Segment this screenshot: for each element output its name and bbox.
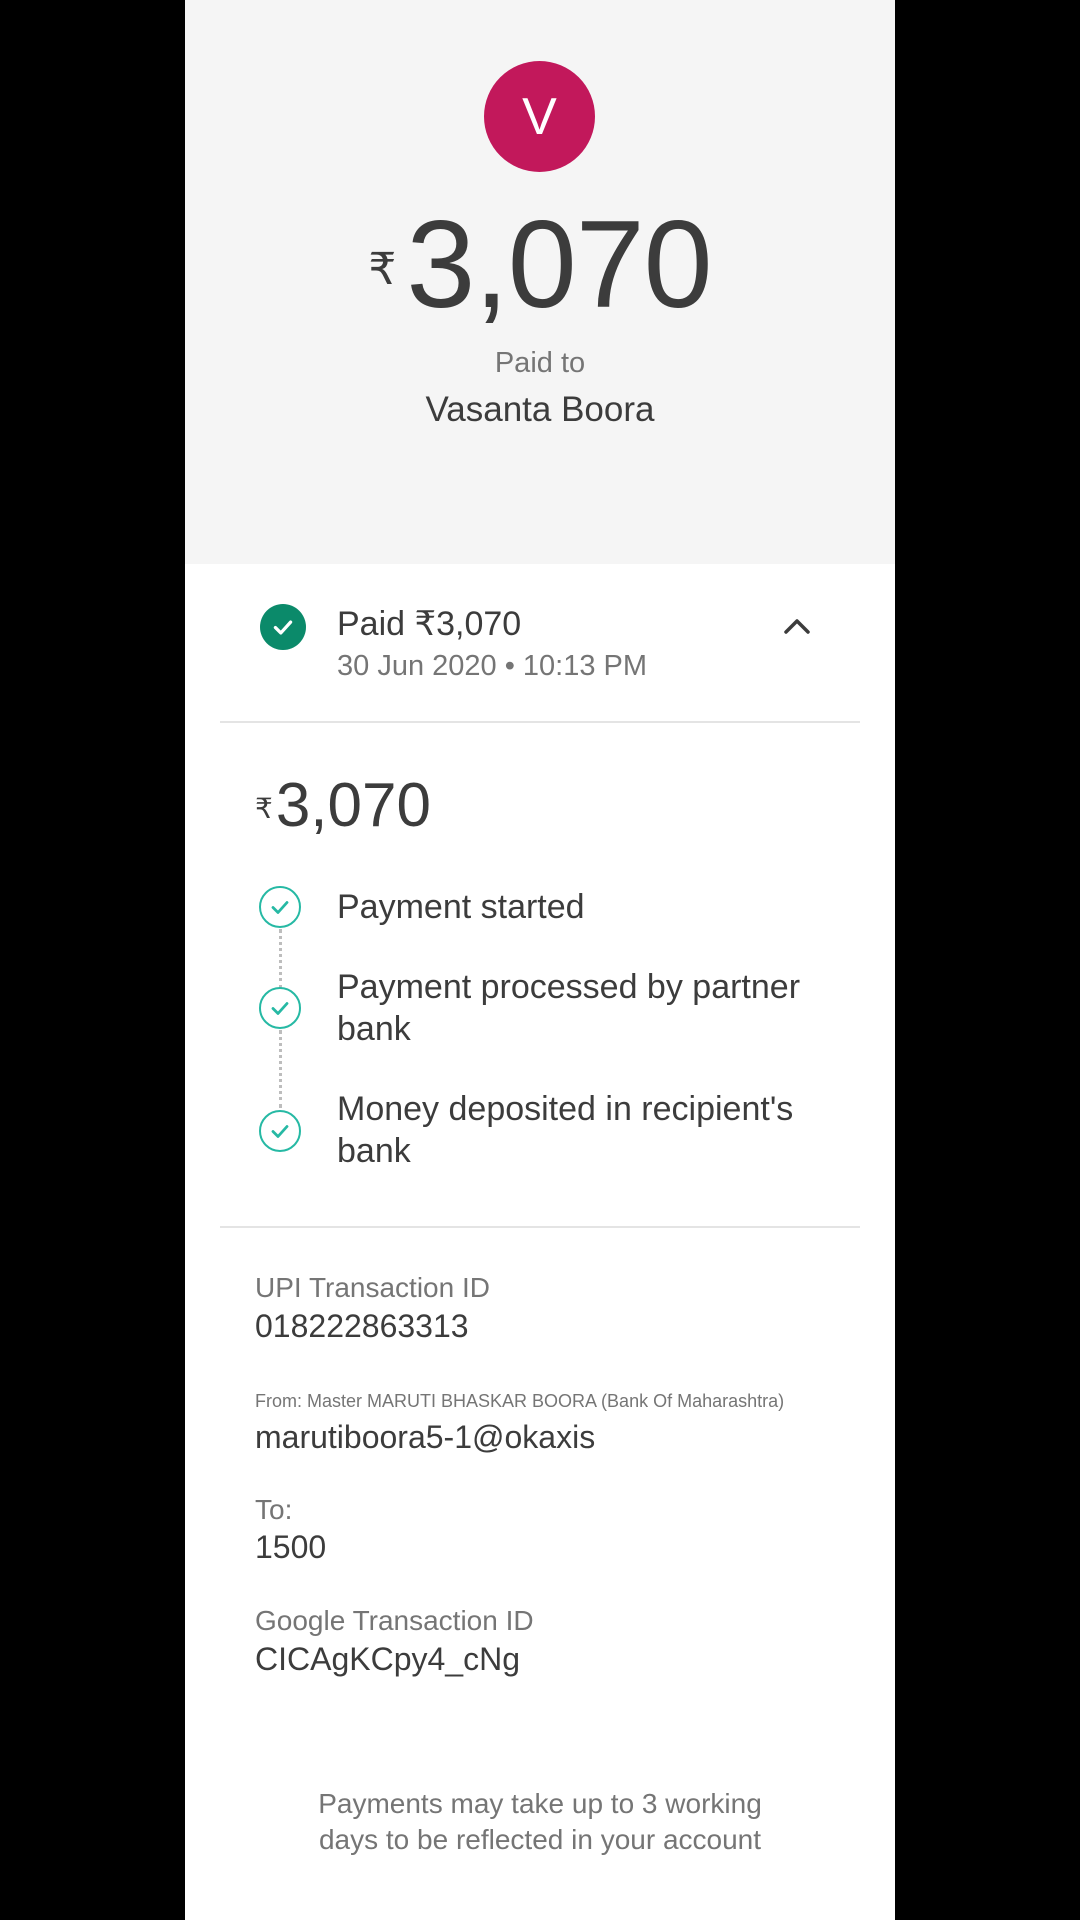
step-check-icon — [259, 886, 301, 928]
payee-name: Vasanta Boora — [425, 390, 655, 429]
payee-avatar: V — [484, 61, 595, 172]
paid-to-label: Paid to — [494, 347, 586, 379]
chevron-up-icon — [784, 619, 810, 634]
to-label: To: — [255, 1494, 293, 1525]
divider — [220, 1226, 860, 1228]
status-date: 30 Jun 2020 • 10:13 PM — [337, 650, 648, 682]
status-title: Paid ₹3,070 — [337, 605, 522, 643]
payment-summary-header: V ₹ 3,070 Paid to Vasanta Boora — [185, 0, 895, 564]
currency-symbol: ₹ — [255, 793, 273, 824]
upi-transaction-id-label: UPI Transaction ID — [255, 1272, 490, 1303]
note-line: days to be reflected in your account — [318, 1824, 762, 1855]
payment-details-screen: V ₹ 3,070 Paid to Vasanta Boora Paid ₹3,… — [185, 0, 895, 1920]
step-connector — [279, 1030, 282, 1108]
step-check-icon — [259, 1110, 301, 1152]
check-circle-icon — [260, 604, 306, 650]
collapse-button[interactable] — [777, 606, 817, 646]
divider — [220, 721, 860, 723]
breakdown-amount: ₹ 3,070 — [255, 770, 431, 842]
processing-time-note: Payments may take up to 3 working days t… — [185, 1786, 895, 1858]
from-upi-id[interactable]: marutiboora5-1@okaxis — [255, 1419, 595, 1456]
step-label: Money deposited in recipient's bank — [337, 1090, 794, 1170]
from-account-label: From: Master MARUTI BHASKAR BOORA (Bank … — [255, 1391, 785, 1411]
google-transaction-id-value[interactable]: CICAgKCpy4_cNg — [255, 1641, 520, 1678]
step-label: Payment processed by partner bank — [337, 968, 801, 1048]
to-value[interactable]: 1500 — [255, 1529, 326, 1566]
amount-value: 3,070 — [406, 196, 712, 334]
google-transaction-id-label: Google Transaction ID — [255, 1605, 534, 1636]
step-label: Payment started — [337, 888, 585, 926]
currency-symbol: ₹ — [368, 245, 397, 294]
upi-transaction-id-value[interactable]: 018222863313 — [255, 1308, 469, 1345]
step-connector — [279, 929, 282, 989]
note-line: Payments may take up to 3 working — [318, 1788, 762, 1819]
hero-amount: ₹ 3,070 — [185, 196, 895, 334]
amount-value: 3,070 — [275, 771, 431, 840]
step-check-icon — [259, 987, 301, 1029]
